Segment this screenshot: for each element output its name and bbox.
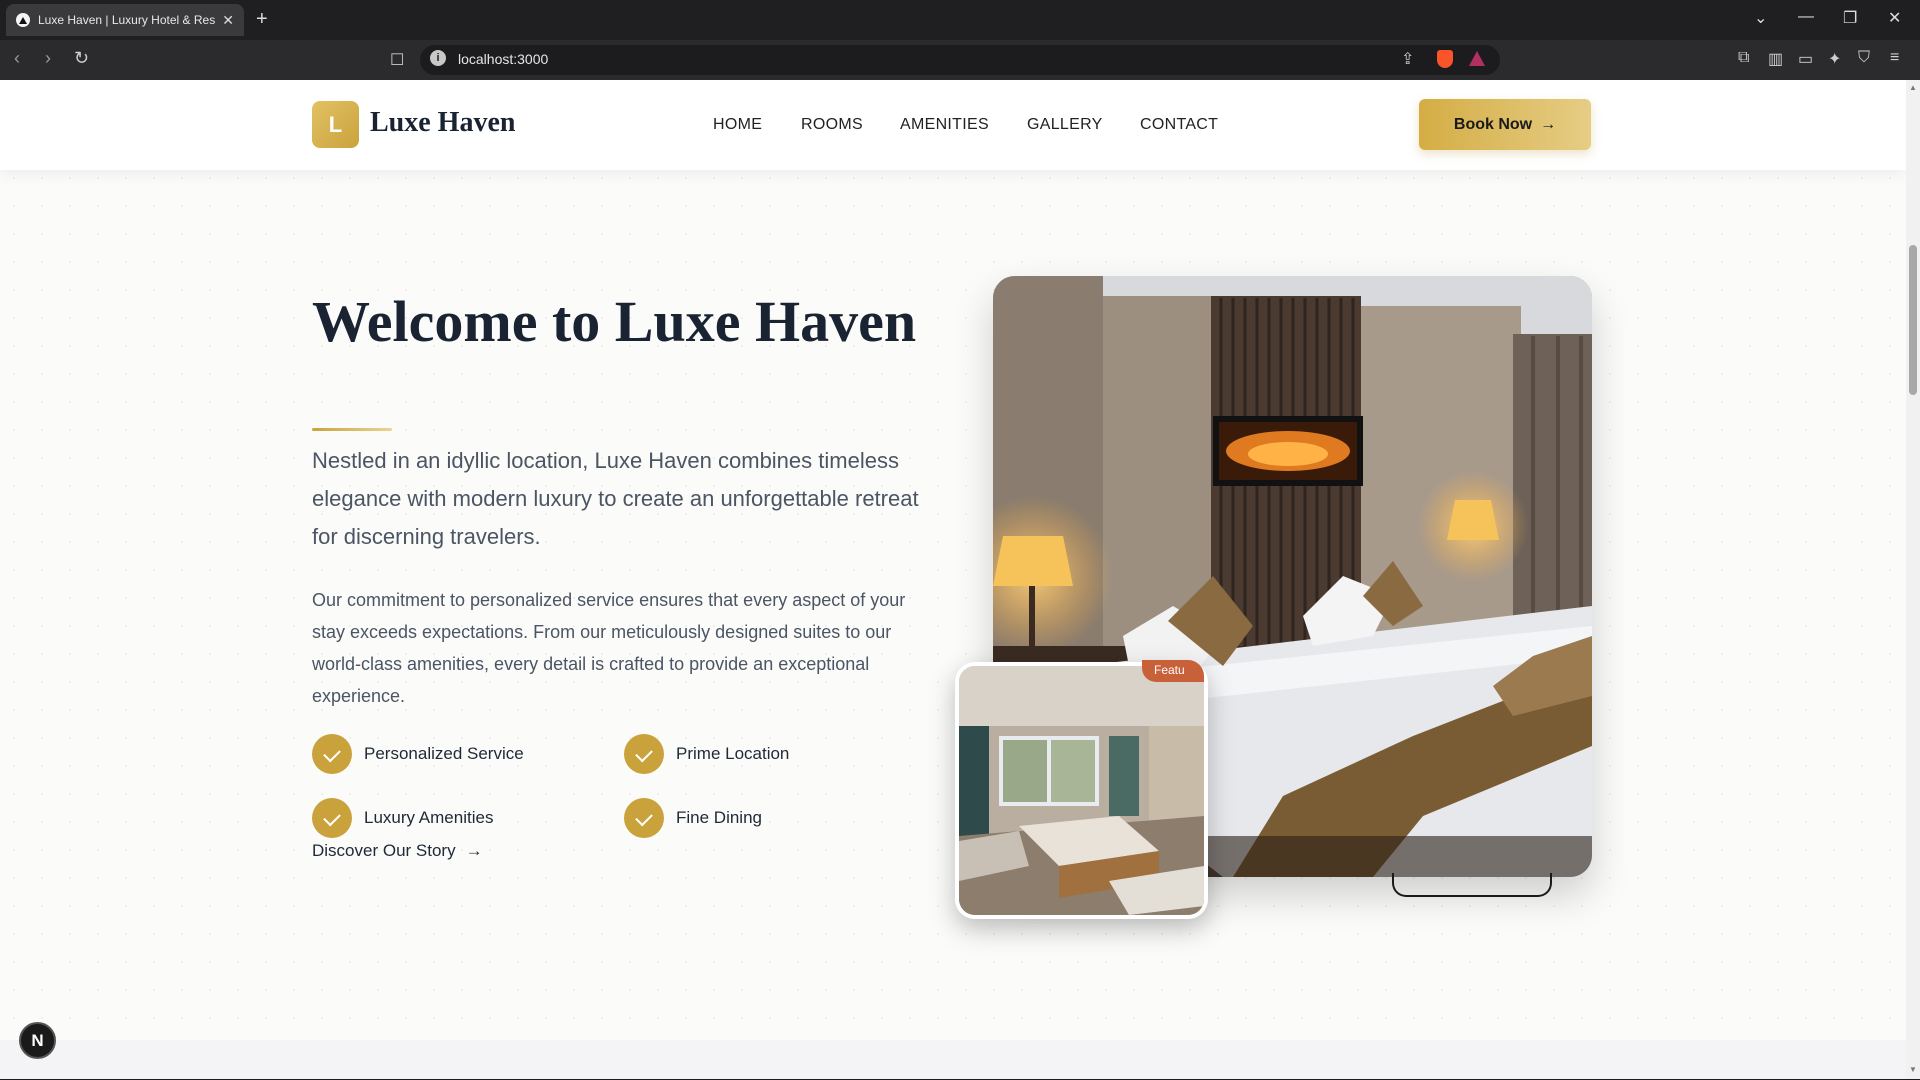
- feature-item: Prime Location: [624, 734, 789, 774]
- tab-title: Luxe Haven | Luxury Hotel & Res: [38, 13, 216, 27]
- featured-badge: Featu: [1142, 660, 1204, 682]
- menu-icon[interactable]: ≡: [1890, 49, 1899, 67]
- check-icon: [312, 734, 352, 774]
- tab-search-icon[interactable]: ⌄: [1754, 8, 1767, 28]
- feature-label: Fine Dining: [676, 808, 762, 827]
- check-icon: [624, 798, 664, 838]
- leo-ai-icon[interactable]: ✦: [1828, 49, 1841, 69]
- scroll-up-icon[interactable]: ▲: [1909, 83, 1917, 92]
- restore-icon[interactable]: ❐: [1843, 8, 1857, 28]
- reload-icon[interactable]: ↻: [74, 48, 89, 69]
- sidebar-icon[interactable]: ▥: [1768, 49, 1783, 69]
- tab-close-icon[interactable]: ✕: [222, 12, 234, 29]
- feature-item: Personalized Service: [312, 734, 524, 774]
- logo-mark[interactable]: L: [312, 101, 359, 148]
- logo-text[interactable]: Luxe Haven: [370, 107, 515, 139]
- nav-amenities[interactable]: AMENITIES: [900, 116, 989, 134]
- vpn-icon[interactable]: ⛉: [1858, 49, 1870, 67]
- address-bar[interactable]: [420, 45, 1500, 75]
- scrollbar-thumb[interactable]: [1909, 245, 1917, 395]
- browser-tab[interactable]: Luxe Haven | Luxury Hotel & Res ✕: [6, 4, 244, 36]
- nav-home[interactable]: HOME: [713, 116, 762, 134]
- back-icon[interactable]: ‹: [14, 48, 20, 69]
- browser-tab-bar: Luxe Haven | Luxury Hotel & Res ✕ + ⌄ — …: [0, 0, 1920, 40]
- title-divider: [312, 428, 392, 431]
- page-scrollbar[interactable]: [1906, 80, 1920, 1079]
- next-section: [0, 1040, 1906, 1079]
- nav-rooms[interactable]: ROOMS: [801, 116, 863, 134]
- featured-room-image: [955, 662, 1208, 919]
- page-viewport: L Luxe Haven HOME ROOMS AMENITIES GALLER…: [0, 80, 1906, 1079]
- feature-label: Prime Location: [676, 744, 790, 763]
- wallet-icon[interactable]: ▭: [1798, 49, 1813, 69]
- hero-lead: Nestled in an idyllic location, Luxe Hav…: [312, 448, 919, 549]
- book-now-label: Book Now: [1453, 115, 1533, 133]
- check-icon: [312, 798, 352, 838]
- brave-shield-icon[interactable]: [1437, 50, 1453, 68]
- discover-label: Discover Our Story: [312, 841, 456, 860]
- address-url[interactable]: localhost:3000: [458, 51, 548, 67]
- bookmark-icon[interactable]: ☐: [390, 50, 404, 70]
- info-icon[interactable]: i: [430, 50, 446, 66]
- close-window-icon[interactable]: ✕: [1888, 8, 1901, 28]
- forward-icon[interactable]: ›: [45, 48, 51, 69]
- book-now-button[interactable]: Book Now →: [1419, 99, 1591, 150]
- extensions-icon[interactable]: ⧉: [1738, 49, 1749, 67]
- discover-story-link[interactable]: Discover Our Story →: [312, 841, 483, 861]
- hero-title: Welcome to Luxe Haven: [312, 289, 917, 354]
- feature-item: Fine Dining: [624, 798, 762, 838]
- arrow-right-icon: →: [465, 841, 483, 860]
- check-icon: [624, 734, 664, 774]
- nextjs-dev-badge[interactable]: N: [19, 1022, 56, 1059]
- feature-item: Luxury Amenities: [312, 798, 493, 838]
- site-header: L Luxe Haven HOME ROOMS AMENITIES GALLER…: [0, 80, 1906, 170]
- nav-contact[interactable]: CONTACT: [1140, 116, 1218, 134]
- feature-label: Personalized Service: [364, 744, 524, 763]
- arrow-right-icon: →: [1540, 115, 1557, 133]
- carousel-indicator[interactable]: [1392, 873, 1552, 897]
- feature-label: Luxury Amenities: [364, 808, 494, 827]
- brave-rewards-icon[interactable]: [1469, 51, 1485, 66]
- site-favicon-icon: [16, 13, 30, 27]
- nav-gallery[interactable]: GALLERY: [1027, 116, 1103, 134]
- new-tab-button[interactable]: +: [256, 8, 268, 30]
- hero-body: Our commitment to personalized service e…: [312, 590, 906, 706]
- scroll-down-icon[interactable]: ▼: [1909, 1065, 1917, 1074]
- share-icon[interactable]: ⇪: [1401, 49, 1414, 69]
- minimize-icon[interactable]: —: [1798, 8, 1814, 26]
